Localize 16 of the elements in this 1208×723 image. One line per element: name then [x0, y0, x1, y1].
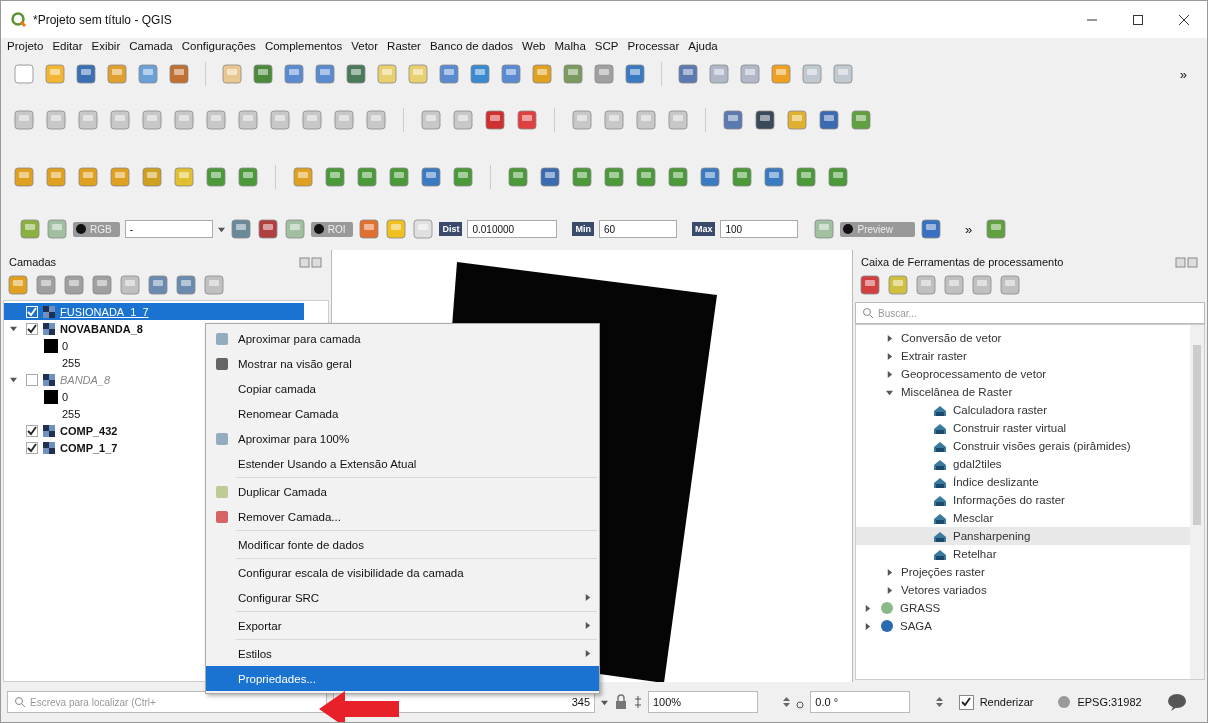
legend-label: 0 [62, 339, 69, 352]
max-label: Max [691, 222, 716, 236]
layer-name: FUSIONADA_1_7 [60, 305, 149, 318]
panel-title: Caixa de Ferramentas de processamento [861, 256, 1064, 268]
min-label: Min [572, 222, 594, 236]
layer-name: NOVABANDA_8 [60, 322, 143, 335]
legend-label: 255 [62, 407, 81, 420]
panel-title: Camadas [9, 256, 57, 268]
layer-name: BANDA_8 [60, 373, 111, 386]
render-label: Renderizar [979, 696, 1034, 708]
layer-name: COMP_432 [60, 424, 118, 437]
legend-label: 0 [62, 390, 69, 403]
layer-name: COMP_1_7 [60, 441, 118, 454]
legend-label: 255 [62, 356, 81, 369]
dist-label: Dist [439, 222, 463, 236]
window-title: *Projeto sem título - QGIS [33, 12, 172, 27]
